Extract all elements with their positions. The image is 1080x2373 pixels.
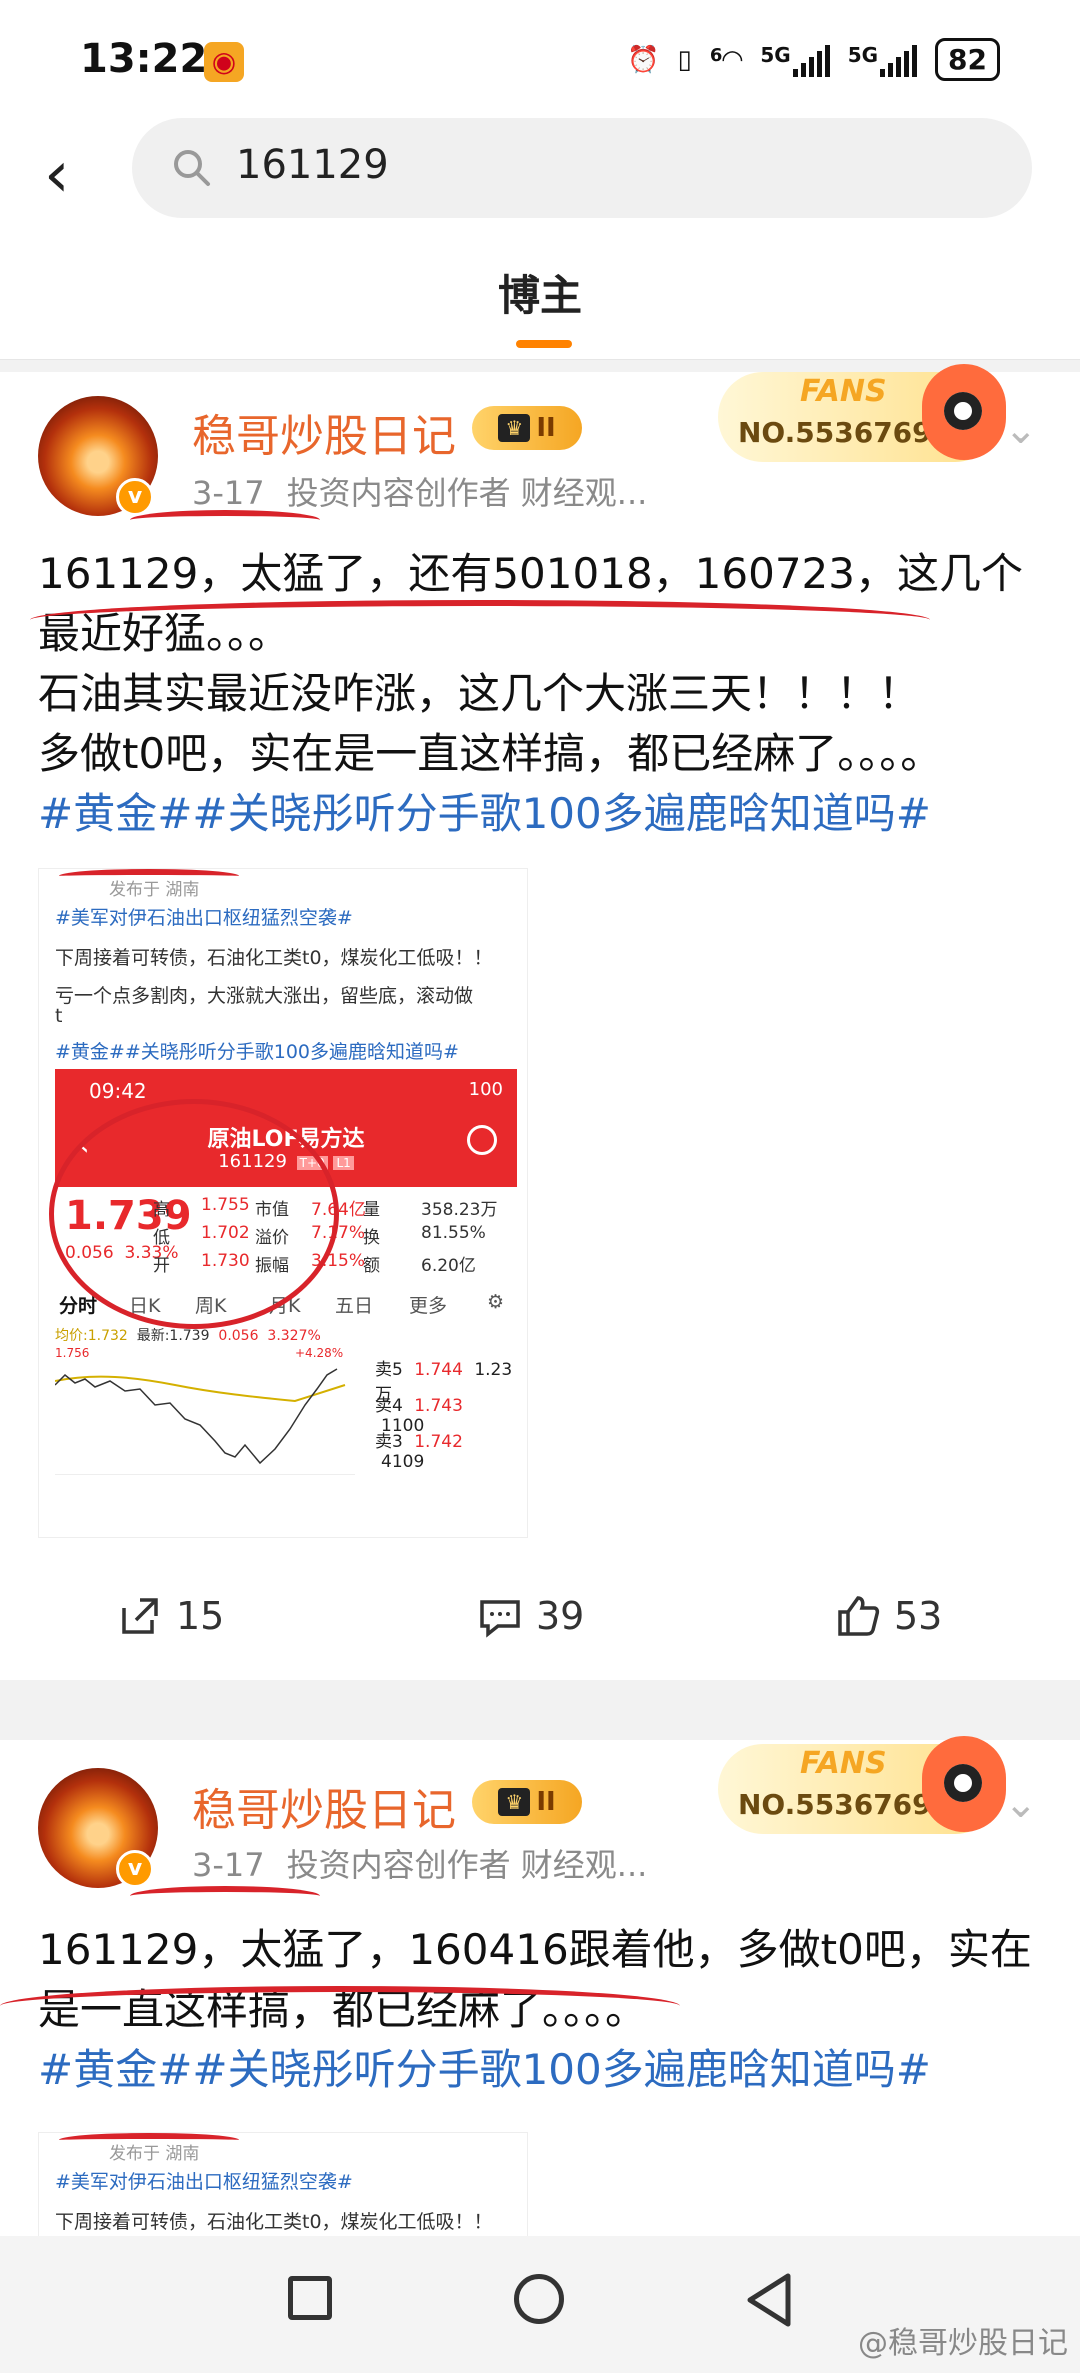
search-icon: [174, 150, 210, 186]
quote-tab: 更多: [409, 1295, 448, 1317]
embedded-screenshot[interactable]: 发布于 湖南 #美军对伊石油出口枢纽猛烈空袭# 下周接着可转债，石油化工类t0，…: [38, 2132, 528, 2236]
repost-button[interactable]: 15: [118, 1594, 224, 1638]
cellular-signal-1: 5G: [760, 43, 830, 77]
chevron-down-icon[interactable]: ⌄: [1004, 410, 1044, 450]
recent-apps-icon[interactable]: [288, 2276, 332, 2320]
user-role: 投资内容创作者 财经观...: [286, 474, 648, 512]
order-book-row: 卖3 1.742 4109: [375, 1432, 463, 1472]
comment-button[interactable]: 39: [478, 1594, 584, 1638]
post-meta: 3-17 投资内容创作者 财经观...: [192, 468, 647, 514]
repost-count: 15: [176, 1594, 225, 1638]
post-line: 多做t0吧，实在是一直这样搞，都已经麻了。。。。: [38, 729, 943, 778]
search-header: ‹ 161129: [0, 110, 1080, 240]
share-icon: [122, 1598, 158, 1634]
price-line: [55, 1368, 338, 1465]
search-query: 161129: [236, 142, 389, 188]
thumb-topic: #黄金##关晓彤听分手歌100多遍鹿晗知道吗#: [55, 1041, 459, 1063]
quote-tab: 五日: [335, 1295, 374, 1317]
post-topics[interactable]: #黄金##关晓彤听分手歌100多遍鹿晗知道吗#: [38, 2040, 1048, 2100]
post-line: 石油其实最近没咋涨，这几个大涨三天！！！！: [38, 669, 921, 718]
fans-label: FANS: [800, 374, 887, 409]
home-icon[interactable]: [514, 2274, 564, 2324]
user-role: 投资内容创作者 财经观...: [286, 1846, 648, 1884]
quote-cell: 量: [363, 1200, 380, 1220]
post-date: 3-17: [192, 1846, 265, 1884]
annotation-underline: [130, 1886, 320, 1906]
chart-pct-label: +4.28%: [295, 1346, 343, 1360]
quote-cell: 81.55%: [421, 1223, 486, 1243]
post-date: 3-17: [192, 474, 265, 512]
fans-label: FANS: [800, 1746, 887, 1781]
wifi-icon: 6◠: [709, 44, 743, 75]
tab-bloggers[interactable]: 博主: [0, 262, 1080, 323]
thumb-line: 下周接着可转债，石油化工类t0，煤炭化工低吸！！: [55, 947, 493, 969]
user-name[interactable]: 稳哥炒股日记: [192, 1774, 456, 1838]
nav-back-icon[interactable]: [744, 2272, 794, 2328]
status-time: 13:22: [80, 36, 208, 82]
post-topics[interactable]: #黄金##关晓彤听分手歌100多遍鹿晗知道吗#: [38, 784, 1048, 844]
chevron-down-icon[interactable]: ⌄: [1004, 1784, 1044, 1824]
back-arrow-icon[interactable]: ‹: [44, 140, 104, 210]
annotation-underline: [59, 869, 239, 883]
comment-count: 39: [536, 1594, 585, 1638]
thumb-line: 下周接着可转债，石油化工类t0，煤炭化工低吸！！: [55, 2211, 493, 2233]
battery-indicator: 82: [935, 38, 1000, 81]
chart-high-label: 1.756: [55, 1346, 89, 1360]
annotation-underline: [0, 1986, 680, 2026]
post-meta: 3-17 投资内容创作者 财经观...: [192, 1840, 647, 1886]
mascot-icon: [922, 1736, 1006, 1832]
thumb-line: t: [55, 1005, 63, 1027]
verified-badge-icon: v: [116, 1850, 154, 1888]
weibo-notification-icon: ◉: [204, 42, 244, 82]
quote-cell: 额: [363, 1256, 380, 1276]
comment-icon: [480, 1600, 520, 1638]
quote-battery: 100: [468, 1079, 503, 1100]
vibrate-icon: ▯: [677, 44, 692, 75]
mascot-icon: [922, 364, 1006, 460]
post-actions: 15 39 53: [0, 1568, 1080, 1668]
post-text: 161129，太猛了，还有501018，160723，这几个最近好猛。。。 石油…: [38, 544, 1048, 784]
fans-badge: FANS NO.5536769: [718, 364, 1006, 462]
crown-icon: ♛: [498, 414, 531, 442]
thumb-topic: #美军对伊石油出口枢纽猛烈空袭#: [55, 2171, 353, 2193]
fans-badge: FANS NO.5536769: [718, 1736, 1006, 1834]
tab-active-indicator: [516, 340, 572, 348]
thumb-line: 亏一个点多割肉，大涨就大涨出，留些底，滚动做: [55, 985, 474, 1007]
quote-cell: 6.20亿: [421, 1256, 476, 1276]
user-name[interactable]: 稳哥炒股日记: [192, 400, 456, 464]
cellular-signal-2: 5G: [848, 43, 918, 77]
quote-time: 09:42: [89, 1079, 147, 1103]
annotation-circle: [49, 1099, 339, 1329]
annotation-underline: [59, 2133, 239, 2147]
status-icons: ⏰ ▯ 6◠ 5G 5G 82: [627, 38, 1000, 81]
status-bar: 13:22 ◉ ⏰ ▯ 6◠ 5G 5G 82: [0, 0, 1080, 110]
quote-cell: 358.23万: [421, 1200, 498, 1220]
vip-badge: ♛ II: [472, 1780, 582, 1824]
like-count: 53: [894, 1594, 943, 1638]
watermark: @稳哥炒股日记: [858, 2326, 1068, 2361]
annotation-underline: [30, 600, 930, 640]
fans-number: NO.5536769: [738, 1788, 932, 1821]
thumbs-up-icon: [838, 1596, 880, 1636]
quote-search-icon: [467, 1125, 497, 1155]
thumb-topic: #美军对伊石油出口枢纽猛烈空袭#: [55, 907, 353, 929]
alarm-icon: ⏰: [627, 44, 660, 75]
embedded-screenshot[interactable]: 发布于 湖南 #美军对伊石油出口枢纽猛烈空袭# 下周接着可转债，石油化工类t0，…: [38, 868, 528, 1538]
intraday-chart: 1.756 +4.28%: [55, 1346, 355, 1475]
post-card[interactable]: v 稳哥炒股日记 ♛ II 3-17 投资内容创作者 财经观... FANS NO…: [0, 1736, 1080, 2236]
like-button[interactable]: 53: [836, 1594, 942, 1638]
annotation-underline: [130, 510, 320, 530]
crown-icon: ♛: [498, 1788, 531, 1816]
vip-badge: ♛ II: [472, 406, 582, 450]
post-card[interactable]: v 稳哥炒股日记 ♛ II 3-17 投资内容创作者 财经观... FANS NO…: [0, 364, 1080, 1680]
average-line: [55, 1375, 346, 1403]
quote-cell: 换: [363, 1228, 380, 1248]
fans-number: NO.5536769: [738, 416, 932, 449]
settings-icon: ⚙: [487, 1291, 505, 1313]
result-tabs: 博主: [0, 240, 1080, 360]
verified-badge-icon: v: [116, 478, 154, 516]
search-input[interactable]: 161129: [132, 118, 1032, 218]
system-nav-bar: @稳哥炒股日记: [0, 2236, 1080, 2373]
